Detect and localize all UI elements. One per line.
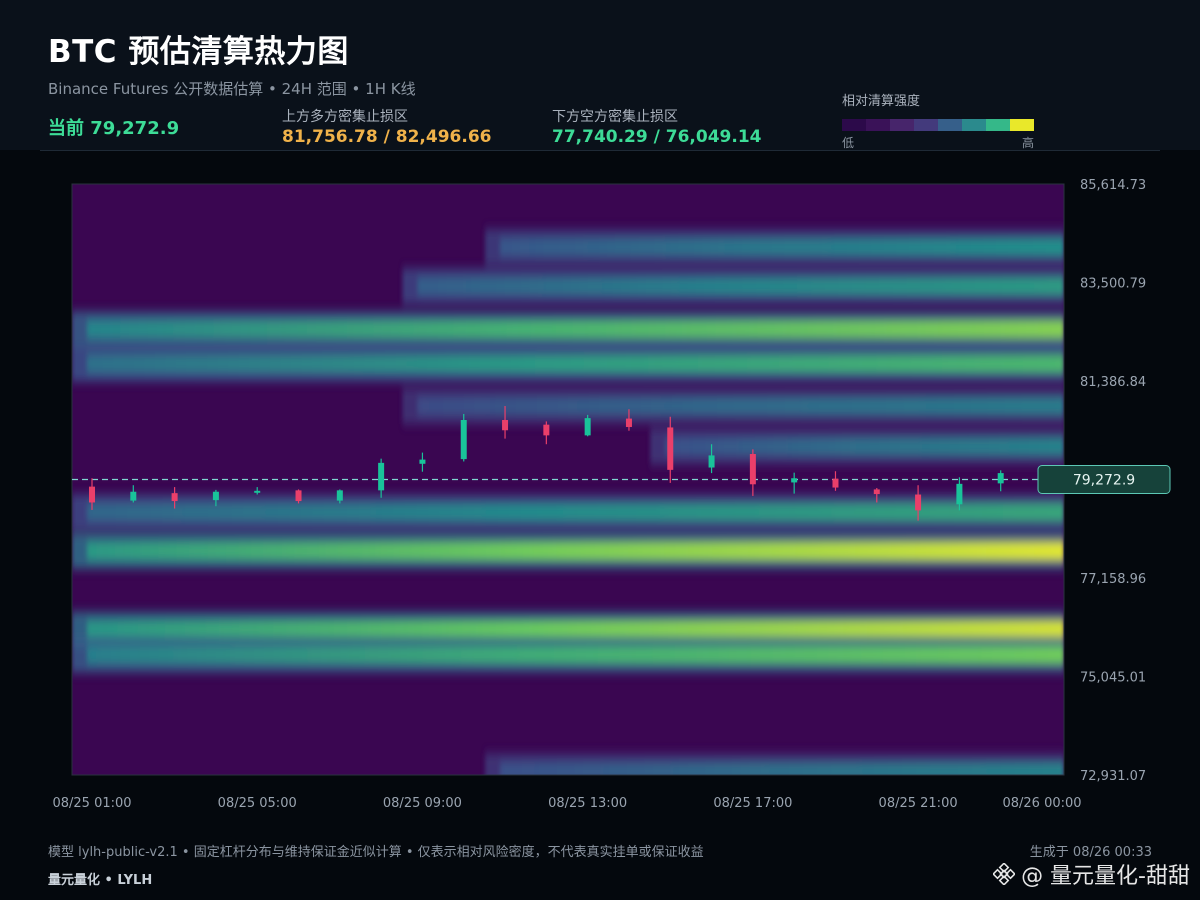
heat-band (87, 320, 1064, 339)
y-tick-label: 72,931.07 (1080, 769, 1146, 784)
candle-body (832, 478, 839, 488)
candle-body (915, 494, 922, 511)
current-price-tag-text: 79,272.9 (1073, 473, 1135, 489)
x-tick-label: 08/25 13:00 (548, 796, 627, 811)
candle-body (543, 424, 550, 436)
candle-body (584, 418, 591, 436)
candle-body (460, 419, 467, 460)
upper-zone: 上方多方密集止损区 81,756.78 / 82,496.66 (282, 108, 491, 148)
lower-zone-value: 77,740.29 / 76,049.14 (552, 127, 762, 147)
legend-swatch-3 (914, 119, 938, 131)
x-tick-label: 08/25 21:00 (879, 796, 958, 811)
upper-zone-value: 81,756.78 / 82,496.66 (282, 127, 492, 147)
upper-zone-label: 上方多方密集止损区 (282, 109, 408, 125)
candle-body (997, 473, 1004, 484)
binance-diamond-icon (992, 862, 1016, 886)
candle (460, 413, 467, 462)
current-price-tag: 79,272.9 (1037, 465, 1171, 494)
lower-zone-label: 下方空方密集止损区 (552, 109, 678, 125)
legend-swatch-6 (986, 119, 1010, 131)
legend-swatch-1 (866, 119, 890, 131)
candle-body (254, 490, 261, 493)
candle-body (171, 493, 178, 502)
heat-band (417, 277, 1064, 296)
intensity-legend: 相对清算强度 低 高 (842, 90, 1042, 150)
x-tick-label: 08/25 01:00 (52, 796, 131, 811)
lower-zone: 下方空方密集止损区 77,740.29 / 76,049.14 (552, 108, 761, 148)
y-tick-label: 81,386.84 (1080, 375, 1146, 390)
candle-body (625, 418, 632, 427)
heat-band (665, 437, 1064, 456)
candle-body (419, 459, 426, 464)
legend-swatch-4 (938, 119, 962, 131)
legend-color-bar (842, 119, 1034, 131)
candle-body (378, 462, 385, 491)
header-divider (40, 150, 1160, 151)
y-tick-label: 85,614.73 (1080, 178, 1146, 193)
heat-band (87, 354, 1064, 373)
heat-band (87, 541, 1064, 560)
x-tick-label: 08/25 05:00 (218, 796, 297, 811)
page-title: BTC 预估清算热力图 (48, 34, 349, 70)
legend-title: 相对清算强度 (842, 94, 921, 109)
watermark: @ 量元量化-甜甜 (992, 858, 1190, 890)
legend-swatch-5 (962, 119, 986, 131)
candle-body (502, 419, 509, 431)
current-price-label: 当前 79,272.9 (48, 118, 180, 139)
legend-high-label: 高 (1021, 136, 1034, 150)
y-tick-label: 83,500.79 (1080, 276, 1146, 291)
candle-body (791, 478, 798, 483)
liquidation-heatmap-chart: 85,614.73 83,500.79 81,386.84 77,158.96 75,0… (52, 178, 1171, 811)
candle-body (89, 486, 95, 503)
heat-band (417, 397, 1064, 416)
candle-body (749, 454, 756, 485)
x-tick-label: 08/25 17:00 (713, 796, 792, 811)
y-tick-label: 77,158.96 (1080, 572, 1146, 587)
x-tick-label: 08/25 09:00 (383, 796, 462, 811)
candle-body (708, 455, 715, 468)
candle-body (336, 490, 343, 501)
candle-body (956, 483, 963, 505)
model-note: 模型 lylh-public-v2.1 • 固定杠杆分布与维持保证金近似计算 •… (48, 845, 704, 860)
x-axis: 08/25 01:00 08/25 05:00 08/25 09:00 08/25 1… (52, 796, 1081, 811)
legend-ends: 低 高 (842, 134, 1034, 150)
candle-body (212, 491, 219, 501)
heat-band (87, 620, 1064, 639)
page-subtitle: Binance Futures 公开数据估算 • 24H 范围 • 1H K线 (48, 80, 416, 98)
candle-body (295, 490, 302, 502)
brand-label: 量元量化 • LYLH (48, 873, 153, 888)
heat-band (87, 645, 1064, 664)
heat-band (500, 238, 1064, 257)
legend-swatch-2 (890, 119, 914, 131)
x-tick-label: 08/26 00:00 (1002, 796, 1081, 811)
y-tick-label: 75,045.01 (1080, 671, 1146, 686)
candle-body (873, 489, 880, 495)
legend-swatch-7 (1010, 119, 1034, 131)
legend-swatch-0 (842, 119, 866, 131)
candle-body (130, 491, 137, 501)
watermark-text: @ 量元量化-甜甜 (1021, 864, 1190, 889)
legend-low-label: 低 (842, 136, 855, 150)
heat-band (500, 762, 1064, 775)
candle-body (667, 427, 674, 470)
